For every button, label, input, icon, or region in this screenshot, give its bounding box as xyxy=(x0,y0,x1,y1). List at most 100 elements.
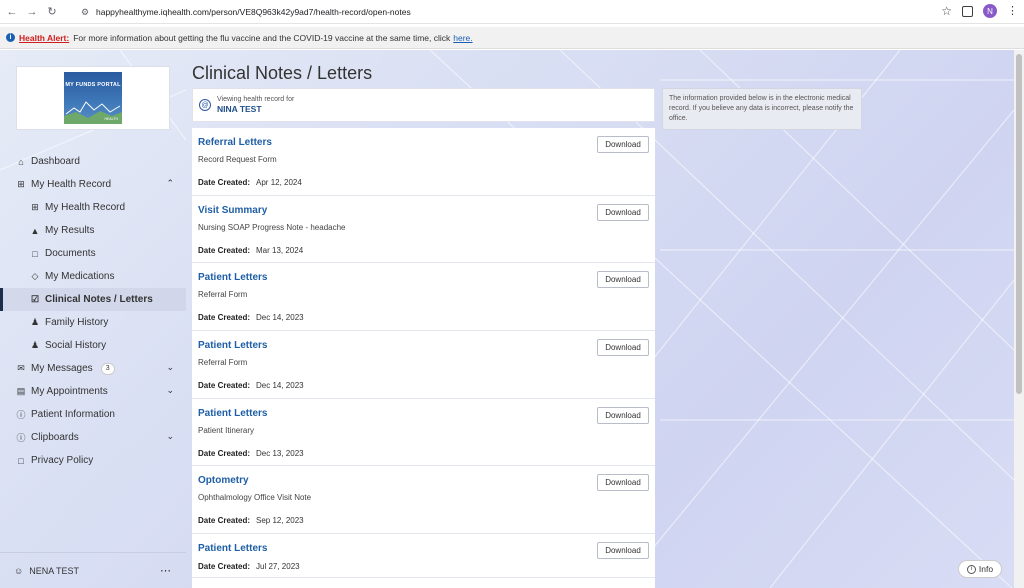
note-title[interactable]: Optometry xyxy=(198,475,249,486)
mail-icon: ✉ xyxy=(17,363,25,373)
address-bar[interactable]: ⚙ happyhealthyme.iqhealth.com/person/VE8… xyxy=(74,3,944,21)
sidebar-item-label: Privacy Policy xyxy=(31,455,94,466)
scrollbar-thumb[interactable] xyxy=(1016,54,1022,394)
note-title[interactable]: Visit Summary xyxy=(198,205,267,216)
user-footer: ☺ NENA TEST ⋯ xyxy=(0,552,186,588)
date-value: Sep 12, 2023 xyxy=(256,516,304,526)
note-subtitle: Referral Form xyxy=(198,290,248,300)
chevron-up-icon[interactable]: ⌃ xyxy=(166,178,174,189)
note-card: Optometry Ophthalmology Office Visit Not… xyxy=(192,466,655,535)
user-icon: ☺ xyxy=(14,565,24,576)
more-options-icon[interactable]: ⋯ xyxy=(160,564,172,577)
sidebar-item-social-history[interactable]: ♟ Social History xyxy=(0,334,186,357)
sidebar-item-my-messages[interactable]: ✉ My Messages 3 ⌄ xyxy=(0,357,186,380)
family-icon: ♟ xyxy=(30,317,40,327)
note-card: Patient Letters Referral Form Date Creat… xyxy=(192,331,655,399)
app-area: MY FUNDS PORTAL HEALTH ⌂ Dashboard ⊞ My … xyxy=(0,50,1014,588)
info-icon: ⓘ xyxy=(16,433,26,443)
document-icon: □ xyxy=(32,248,38,259)
sidebar-item-patient-information[interactable]: ⓘ Patient Information xyxy=(0,403,186,426)
sidebar-item-label: Social History xyxy=(45,340,107,351)
sidebar-item-label: My Health Record xyxy=(45,202,126,213)
sidebar-item-my-appointments[interactable]: ▤ My Appointments ⌄ xyxy=(0,380,186,403)
reload-icon[interactable]: ↻ xyxy=(44,4,60,20)
date-label: Date Created: xyxy=(198,562,251,572)
date-value: Dec 14, 2023 xyxy=(256,313,304,323)
sidebar-item-my-results[interactable]: ▲ My Results xyxy=(0,219,186,242)
note-card: Visit Summary Nursing SOAP Progress Note… xyxy=(192,195,655,264)
chevron-down-icon[interactable]: ⌄ xyxy=(166,431,174,442)
medical-record-icon: ⊞ xyxy=(17,179,25,189)
date-label: Date Created: xyxy=(198,516,251,526)
note-card: Patient Letters Patient Itinerary Date C… xyxy=(192,398,655,467)
sidebar-item-label: My Messages xyxy=(31,363,93,374)
note-subtitle: Patient Itinerary xyxy=(198,425,255,435)
download-button[interactable]: Download xyxy=(597,474,649,492)
note-subtitle: Ophthalmology Office Visit Note xyxy=(198,493,312,503)
user-name: NENA TEST xyxy=(29,565,80,576)
info-button[interactable]: i Info xyxy=(958,560,1002,578)
notes-list: Referral Letters Record Request Form Dat… xyxy=(192,128,655,588)
note-title[interactable]: Patient Letters xyxy=(198,272,267,283)
sidebar-item-privacy-policy[interactable]: □ Privacy Policy xyxy=(0,449,186,472)
profile-avatar[interactable]: N xyxy=(983,4,997,18)
date-value: Jul 27, 2023 xyxy=(256,562,300,572)
site-settings-icon[interactable]: ⚙ xyxy=(78,5,92,19)
date-value: Apr 12, 2024 xyxy=(256,178,302,187)
bookmark-star-icon[interactable]: ☆ xyxy=(941,4,952,18)
sidebar-item-label: Dashboard xyxy=(31,156,80,167)
extensions-icon[interactable] xyxy=(962,5,973,17)
download-button[interactable]: Download xyxy=(597,542,649,560)
note-date: Date Created: Apr 12, 2024 xyxy=(198,178,302,187)
sidebar-subitem-my-health-record[interactable]: ⊞ My Health Record xyxy=(0,196,186,219)
patient-name[interactable]: NINA TEST xyxy=(217,104,294,114)
messages-count-badge: 3 xyxy=(100,362,115,375)
download-button[interactable]: Download xyxy=(597,271,649,289)
alert-label[interactable]: Health Alert: xyxy=(19,33,69,43)
date-label: Date Created: xyxy=(198,178,251,187)
sidebar-item-my-health-record[interactable]: ⊞ My Health Record ⌃ xyxy=(0,173,186,196)
info-icon: i xyxy=(966,564,976,574)
forward-icon[interactable]: → xyxy=(24,4,40,20)
date-value: Dec 14, 2023 xyxy=(256,381,304,391)
note-subtitle: Record Request Form xyxy=(198,155,277,164)
sidebar-item-label: Clipboards xyxy=(31,432,79,443)
sidebar-item-label: My Medications xyxy=(45,271,115,282)
note-title[interactable]: Patient Letters xyxy=(198,408,267,419)
sidebar-item-label: Clinical Notes / Letters xyxy=(45,294,153,305)
flask-icon: ▲ xyxy=(30,225,40,236)
note-date: Date Created: Dec 13, 2023 xyxy=(198,449,304,458)
browser-menu-icon[interactable]: ⋮ xyxy=(1007,5,1018,17)
note-title[interactable]: Patient Letters xyxy=(198,543,267,554)
chevron-down-icon[interactable]: ⌄ xyxy=(166,385,174,396)
sidebar-item-documents[interactable]: □ Documents xyxy=(0,242,186,265)
sidebar-item-clipboards[interactable]: ⓘ Clipboards ⌄ xyxy=(0,426,186,449)
download-button[interactable]: Download xyxy=(597,203,649,221)
info-circle-icon: i xyxy=(6,33,15,42)
health-alert-banner: i Health Alert: For more information abo… xyxy=(0,27,1024,49)
date-label: Date Created: xyxy=(198,448,251,458)
download-button[interactable]: Download xyxy=(597,406,649,424)
info-button-label: Info xyxy=(978,564,994,574)
sidebar-item-dashboard[interactable]: ⌂ Dashboard xyxy=(0,150,186,173)
calendar-icon: ▤ xyxy=(16,386,26,396)
alert-link[interactable]: here. xyxy=(453,33,472,43)
download-button[interactable]: Download xyxy=(597,136,649,153)
back-icon[interactable]: ← xyxy=(4,4,20,20)
note-date: Date Created: Dec 14, 2023 xyxy=(198,381,304,390)
sidebar-item-label: Family History xyxy=(45,317,109,328)
medical-record-icon: ⊞ xyxy=(31,202,39,212)
note-title[interactable]: Patient Letters xyxy=(198,340,267,351)
download-button[interactable]: Download xyxy=(597,339,649,357)
sidebar-item-my-medications[interactable]: ◇ My Medications xyxy=(0,265,186,288)
portal-logo[interactable]: MY FUNDS PORTAL HEALTH xyxy=(16,66,170,130)
note-title[interactable]: Referral Letters xyxy=(198,137,272,148)
document-icon: □ xyxy=(18,455,24,466)
note-subtitle: Nursing SOAP Progress Note - headache xyxy=(198,222,346,232)
logo-image: MY FUNDS PORTAL HEALTH xyxy=(64,72,122,124)
sidebar-item-family-history[interactable]: ♟ Family History xyxy=(0,311,186,334)
page-scrollbar[interactable] xyxy=(1014,50,1024,588)
sidebar-item-clinical-notes[interactable]: ☑ Clinical Notes / Letters xyxy=(0,288,186,311)
social-icon: ♟ xyxy=(30,340,40,350)
chevron-down-icon[interactable]: ⌄ xyxy=(166,362,174,373)
